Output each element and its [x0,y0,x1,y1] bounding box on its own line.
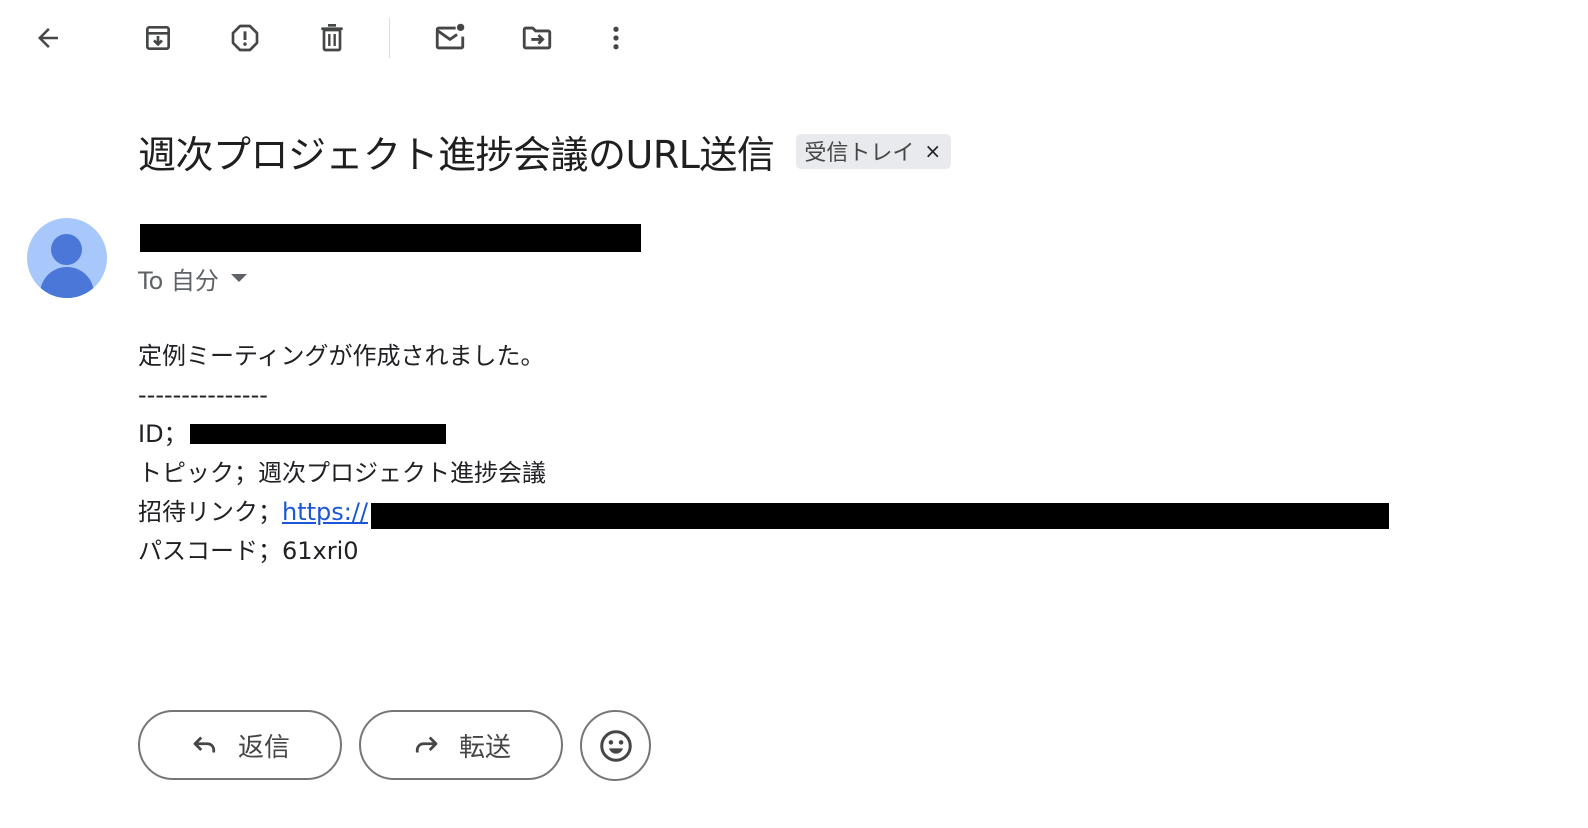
recipient-text: To 自分 [138,266,219,295]
avatar-head [51,234,82,265]
emoji-smile-icon [599,729,632,762]
email-subject-row: 週次プロジェクト進捗会議のURL送信 受信トレイ × [138,121,952,181]
report-spam-button[interactable] [223,16,267,60]
sender-name-redacted [140,224,641,252]
inbox-label-chip: 受信トレイ × [796,133,952,169]
report-spam-icon [231,24,259,52]
invite-link-redacted [371,503,1389,529]
emoji-reaction-button[interactable] [580,710,651,781]
mark-unread-button[interactable] [428,16,472,60]
meeting-id-redacted [190,424,446,444]
body-line-intro: 定例ミーティングが作成されました。 [138,342,545,370]
body-line-topic: トピック；週次プロジェクト進捗会議 [138,459,546,487]
delete-icon [321,24,343,52]
sender-avatar [27,218,107,298]
reply-icon [193,736,216,753]
forward-icon [415,736,438,753]
inbox-label-text: 受信トレイ [804,141,915,166]
more-vert-icon [613,26,619,50]
archive-icon [146,26,170,50]
recipient-row[interactable]: To 自分 [138,262,247,295]
forward-button[interactable]: 転送 [359,710,563,780]
move-to-button[interactable] [515,16,559,60]
delete-button[interactable] [310,16,354,60]
back-arrow-icon [38,28,58,48]
id-label: ID； [138,420,188,448]
mark-unread-icon [435,23,465,50]
move-to-icon [522,26,552,50]
remove-label-icon[interactable]: × [924,141,941,161]
avatar-body [40,267,94,298]
toolbar-divider [389,18,390,58]
invite-label: 招待リンク； [138,498,282,526]
reply-label: 返信 [237,732,290,763]
forward-label: 転送 [458,732,511,763]
invite-link[interactable]: https:// [282,498,368,526]
body-line-passcode: パスコード；61xri0 [138,537,359,565]
back-button[interactable] [26,16,70,60]
show-details-caret-icon[interactable] [230,274,247,282]
email-subject: 週次プロジェクト進捗会議のURL送信 [138,132,775,177]
more-options-button[interactable] [594,16,638,60]
archive-button[interactable] [136,16,180,60]
body-divider: --------------- [138,381,268,409]
reply-button[interactable]: 返信 [138,710,342,780]
email-body: 定例ミーティングが作成されました。 --------------- ID； トピ… [138,337,546,571]
